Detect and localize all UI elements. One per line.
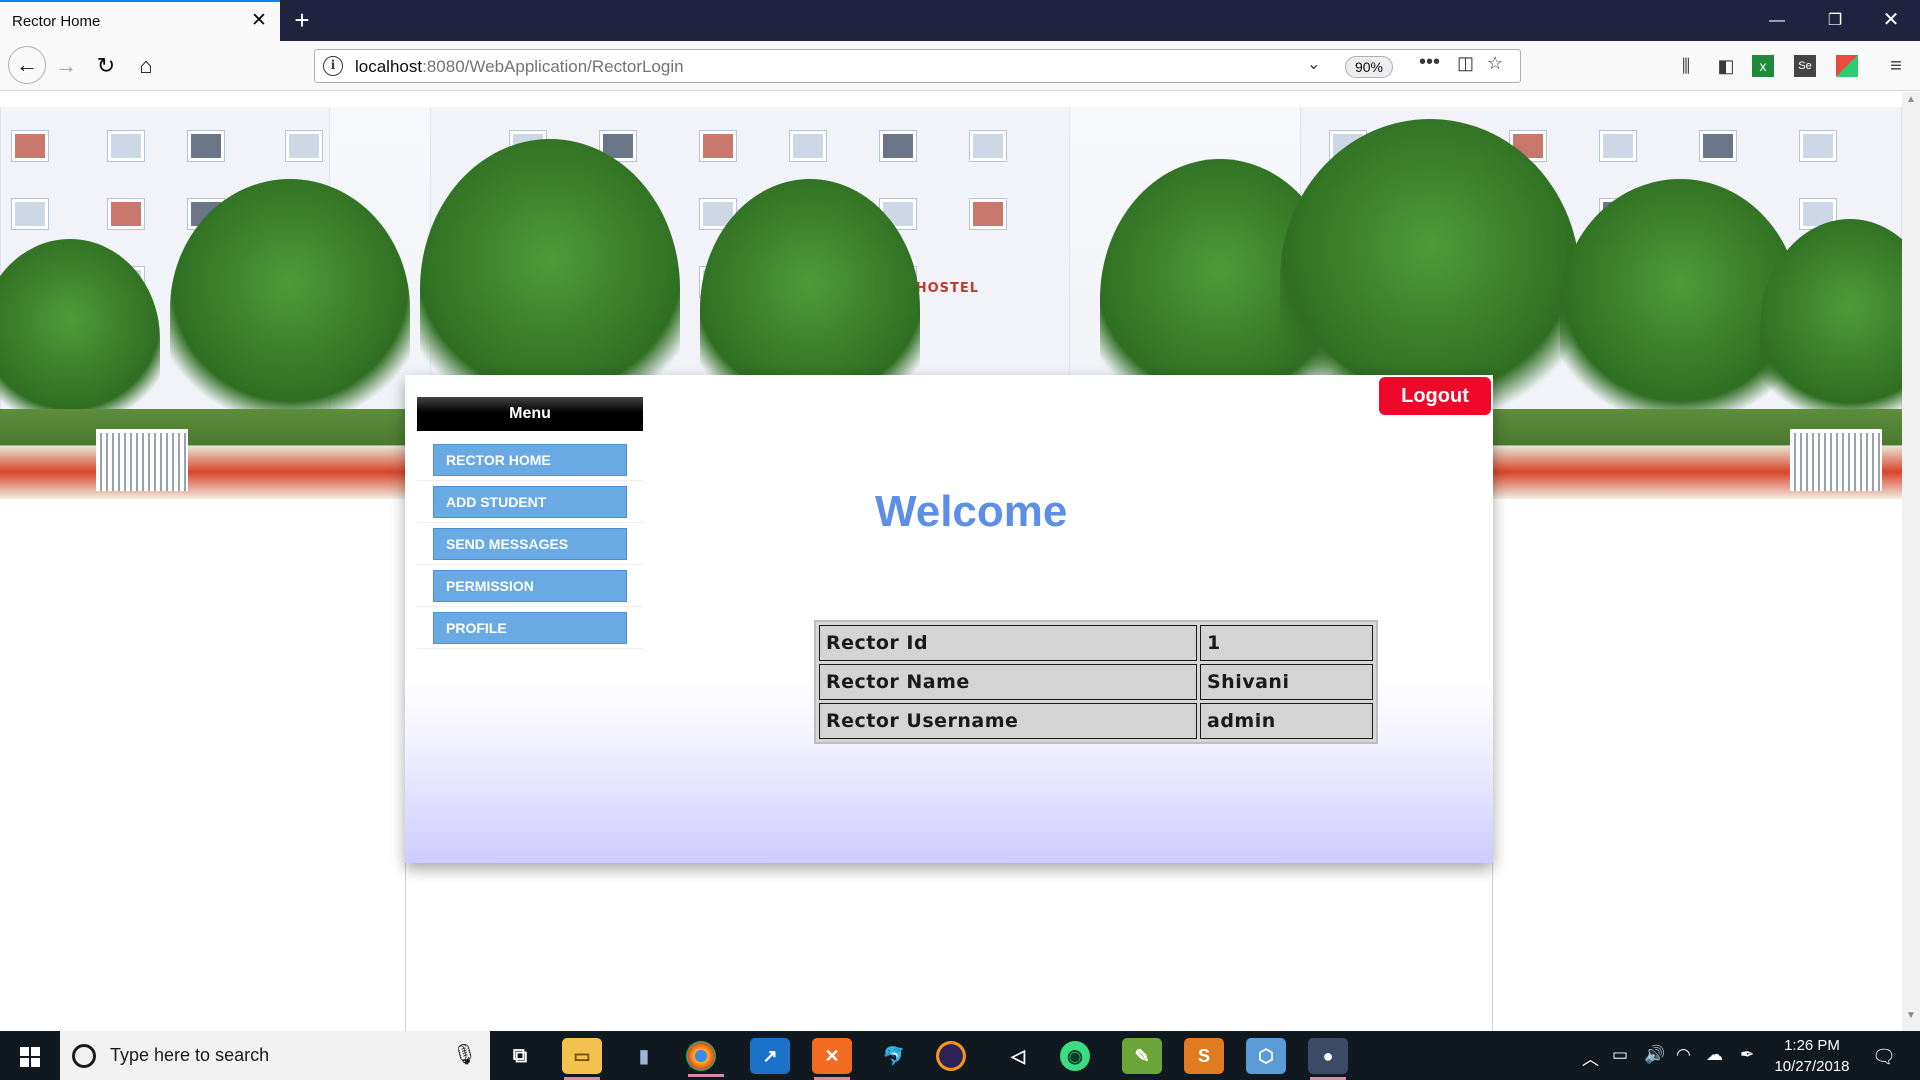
zoom-level-badge[interactable]: 90% — [1345, 56, 1393, 78]
restore-window-icon[interactable]: ❐ — [1812, 0, 1858, 41]
browser-tab-strip: Rector Home ✕ + — ❐ ✕ — [0, 0, 1920, 41]
rector-username-value: admin — [1200, 703, 1373, 739]
new-tab-button[interactable]: + — [288, 6, 316, 34]
scroll-up-arrow-icon[interactable]: ▲ — [1906, 94, 1916, 105]
url-path: :8080/WebApplication/RectorLogin — [422, 57, 684, 76]
url-text[interactable]: localhost:8080/WebApplication/RectorLogi… — [355, 57, 684, 77]
permission-button[interactable]: PERMISSION — [433, 570, 627, 602]
sublime-text-icon[interactable]: S — [1184, 1038, 1224, 1074]
url-host: localhost — [355, 57, 423, 76]
chrome-icon[interactable] — [686, 1041, 724, 1077]
show-hidden-icons-icon[interactable]: ︿ — [1582, 1045, 1599, 1070]
rector-id-label: Rector Id — [819, 625, 1197, 661]
url-bar[interactable]: i localhost:8080/WebApplication/RectorLo… — [314, 49, 1521, 83]
menu-item-send-messages: SEND MESSAGES — [417, 523, 643, 565]
rector-name-label: Rector Name — [819, 664, 1197, 700]
virtualbox-icon[interactable]: ⬡ — [1246, 1038, 1286, 1074]
welcome-heading: Welcome — [875, 487, 1068, 536]
wifi-icon[interactable]: ◠ — [1676, 1045, 1691, 1065]
clock-date[interactable]: 10/27/2018 — [1770, 1058, 1854, 1075]
windows-taskbar: Type here to search 🎙 ⧉ ▭ ▮ ↗ ✕ 🐬 ◁ ◉ ✎ … — [0, 1031, 1920, 1080]
rector-username-label: Rector Username — [819, 703, 1197, 739]
onedrive-icon[interactable]: ☁ — [1706, 1045, 1723, 1065]
logout-button[interactable]: Logout — [1379, 377, 1491, 415]
notifications-icon[interactable]: 🗨 — [1872, 1045, 1896, 1069]
back-arrow-icon[interactable]: ← — [8, 46, 46, 84]
menu-item-permission: PERMISSION — [417, 565, 643, 607]
hamburger-menu-icon[interactable]: ≡ — [1882, 52, 1910, 80]
table-row: Rector Username admin — [819, 703, 1373, 739]
taskbar-search-placeholder: Type here to search — [110, 1045, 270, 1065]
battery-icon[interactable]: ▭ — [1612, 1045, 1628, 1065]
bookmark-star-icon[interactable]: ☆ — [1487, 53, 1503, 74]
taskbar-search-box[interactable]: Type here to search 🎙 — [60, 1031, 490, 1080]
excel-extension-icon[interactable]: x — [1752, 55, 1774, 77]
close-window-icon[interactable]: ✕ — [1868, 0, 1914, 41]
tab-title: Rector Home — [12, 13, 101, 30]
rector-id-value: 1 — [1200, 625, 1373, 661]
scroll-down-arrow-icon[interactable]: ▼ — [1906, 1010, 1916, 1021]
clock-time[interactable]: 1:26 PM — [1782, 1037, 1842, 1054]
add-student-button[interactable]: ADD STUDENT — [433, 486, 627, 518]
rector-name-value: Shivani — [1200, 664, 1373, 700]
unity-icon[interactable]: ◁ — [998, 1038, 1038, 1074]
close-tab-icon[interactable]: ✕ — [248, 10, 270, 32]
web-page: GIRLS HOSTEL GIRLS HOSTEL GIRLS HOSTEL M… — [0, 92, 1920, 1031]
microphone-icon[interactable]: 🎙 — [452, 1042, 477, 1067]
more-actions-icon[interactable]: ••• — [1419, 51, 1440, 74]
eclipse-icon[interactable] — [936, 1041, 966, 1071]
xampp-icon[interactable]: ✕ — [812, 1038, 852, 1080]
send-messages-button[interactable]: SEND MESSAGES — [433, 528, 627, 560]
browser-tab-rector-home[interactable]: Rector Home ✕ — [0, 0, 280, 41]
windows-start-icon[interactable] — [0, 1031, 60, 1080]
sidebar-icon[interactable]: ◧ — [1712, 52, 1740, 80]
android-studio-icon[interactable]: ◉ — [1060, 1041, 1090, 1071]
notes-app-icon[interactable]: ✎ — [1122, 1038, 1162, 1074]
messaging-app-icon[interactable]: ↗ — [750, 1038, 790, 1074]
forward-arrow-icon[interactable]: → — [50, 50, 82, 82]
volume-icon[interactable]: 🔊 — [1644, 1045, 1665, 1065]
pocket-icon[interactable]: ◫ — [1457, 53, 1474, 74]
menu-item-add-student: ADD STUDENT — [417, 481, 643, 523]
table-row: Rector Name Shivani — [819, 664, 1373, 700]
reload-icon[interactable]: ↻ — [90, 50, 122, 82]
task-view-icon[interactable]: ⧉ — [500, 1038, 540, 1074]
library-icon[interactable]: ⫼ — [1672, 52, 1700, 80]
cortana-icon — [72, 1044, 96, 1068]
rector-info-table: Rector Id 1 Rector Name Shivani Rector U… — [814, 620, 1378, 744]
profile-button[interactable]: PROFILE — [433, 612, 627, 644]
menu-heading: Menu — [417, 397, 643, 431]
menu-item-rector-home: RECTOR HOME — [417, 439, 643, 481]
side-menu: RECTOR HOME ADD STUDENT SEND MESSAGES PE… — [417, 439, 643, 649]
selenium-extension-icon[interactable]: Se — [1794, 55, 1816, 77]
home-icon[interactable]: ⌂ — [130, 50, 162, 82]
browser-navigation-bar: ← → ↻ ⌂ i localhost:8080/WebApplication/… — [0, 41, 1920, 91]
sql-tool-icon[interactable]: 🐬 — [874, 1038, 914, 1074]
table-row: Rector Id 1 — [819, 625, 1373, 661]
rector-home-card: Menu RECTOR HOME ADD STUDENT SEND MESSAG… — [405, 375, 1493, 863]
firefox-icon[interactable]: ● — [1308, 1038, 1348, 1080]
vertical-scrollbar[interactable]: ▲ ▼ — [1902, 92, 1920, 1031]
color-extension-icon[interactable] — [1836, 55, 1858, 77]
chevron-down-icon[interactable]: ⌄ — [1307, 54, 1320, 74]
pen-icon[interactable]: ✒ — [1740, 1045, 1754, 1065]
minimize-window-icon[interactable]: — — [1754, 0, 1800, 41]
menu-item-profile: PROFILE — [417, 607, 643, 649]
installer-app-icon[interactable]: ▮ — [624, 1038, 664, 1074]
file-explorer-icon[interactable]: ▭ — [562, 1038, 602, 1080]
page-info-icon[interactable]: i — [323, 56, 343, 76]
rector-home-button[interactable]: RECTOR HOME — [433, 444, 627, 476]
